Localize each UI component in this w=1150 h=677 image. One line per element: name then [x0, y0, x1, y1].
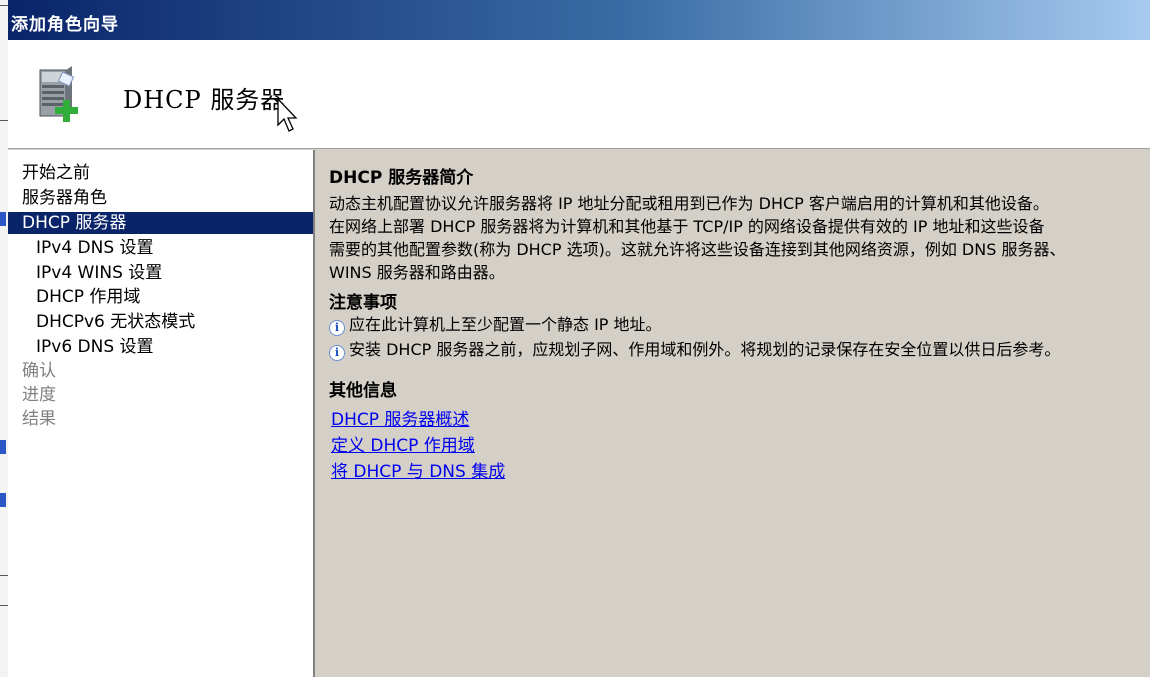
mouse-pointer-icon [277, 98, 298, 132]
note-item: i 安装 DHCP 服务器之前，应规划子网、作用域和例外。将规划的记录保存在安全位… [329, 339, 1060, 361]
info-icon: i [329, 320, 345, 336]
link-dhcp-overview[interactable]: DHCP 服务器概述 [331, 405, 469, 430]
note-text: 应在此计算机上至少配置一个静态 IP 地址。 [349, 315, 662, 334]
nav-step-ipv6-dns[interactable]: IPv6 DNS 设置 [8, 336, 313, 358]
intro-paragraph: 动态主机配置协议允许服务器将 IP 地址分配或租用到已作为 DHCP 客户端启用… [329, 192, 1150, 284]
intro-line: 动态主机配置协议允许服务器将 IP 地址分配或租用到已作为 DHCP 客户端启用… [329, 194, 1049, 213]
page-title: DHCP 服务器 [123, 86, 286, 114]
info-icon: i [329, 345, 345, 361]
notes-heading: 注意事项 [329, 293, 397, 313]
note-item: i 应在此计算机上至少配置一个静态 IP 地址。 [329, 314, 662, 336]
intro-line: WINS 服务器和路由器。 [329, 263, 505, 282]
nav-step-ipv4-dns[interactable]: IPv4 DNS 设置 [8, 237, 313, 259]
nav-step-before-you-begin[interactable]: 开始之前 [8, 162, 313, 184]
nav-step-confirmation: 确认 [22, 361, 56, 381]
server-add-icon [39, 66, 78, 122]
link-integrate-dhcp-dns[interactable]: 将 DHCP 与 DNS 集成 [331, 457, 505, 482]
nav-step-ipv4-wins[interactable]: IPv4 WINS 设置 [8, 262, 313, 284]
intro-heading: DHCP 服务器简介 [329, 168, 474, 188]
nav-step-dhcpv6-stateless[interactable]: DHCPv6 无状态模式 [8, 311, 313, 333]
nav-step-dhcp-server[interactable]: DHCP 服务器 [8, 212, 313, 234]
nav-step-progress: 进度 [22, 385, 56, 405]
nav-step-results: 结果 [22, 409, 56, 429]
title-bar[interactable]: 添加角色向导 [8, 0, 1150, 40]
link-define-dhcp-scopes[interactable]: 定义 DHCP 作用域 [331, 431, 475, 456]
note-text: 安装 DHCP 服务器之前，应规划子网、作用域和例外。将规划的记录保存在安全位置… [349, 340, 1061, 359]
intro-line: 需要的其他配置参数(称为 DHCP 选项)。这就允许将这些设备连接到其他网络资源… [329, 240, 1066, 259]
nav-step-server-roles[interactable]: 服务器角色 [8, 187, 313, 209]
intro-line: 在网络上部署 DHCP 服务器将为计算机和其他基于 TCP/IP 的网络设备提供… [329, 217, 1045, 236]
wizard-steps-nav: 开始之前 服务器角色 DHCP 服务器 IPv4 DNS 设置 IPv4 WIN… [8, 150, 315, 677]
add-roles-wizard-window: 添加角色向导 DHCP 服务器 开始之前 服务器角色 DHCP 服务器 IPv4… [8, 0, 1150, 677]
window-title: 添加角色向导 [11, 15, 119, 35]
wizard-header: DHCP 服务器 [8, 40, 1150, 149]
nav-step-dhcp-scopes[interactable]: DHCP 作用域 [8, 286, 313, 308]
more-info-heading: 其他信息 [329, 381, 397, 401]
